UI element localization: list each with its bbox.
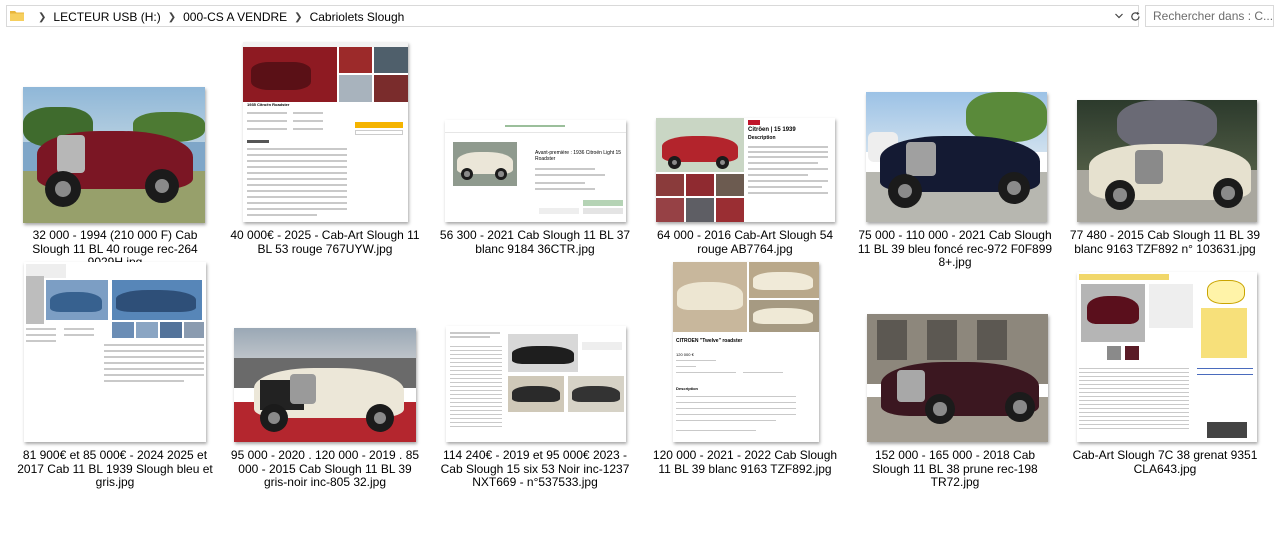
- file-thumbnail: [234, 328, 416, 442]
- chevron-right-icon[interactable]: ❯: [294, 12, 302, 23]
- address-dropdown-button[interactable]: [1111, 6, 1127, 26]
- file-name: 81 900€ et 85 000€ - 2024 2025 et 2017 C…: [17, 448, 213, 489]
- address-bar[interactable]: ❯ LECTEUR USB (H:) ❯ 000-CS A VENDRE ❯ C…: [6, 5, 1140, 28]
- file-name: 95 000 - 2020 . 120 000 - 2019 . 85 000 …: [230, 448, 420, 489]
- file-item[interactable]: 114 240€ - 2019 et 95 000€ 2023 - Cab Sl…: [437, 262, 633, 492]
- breadcrumb-folder-vendre[interactable]: 000-CS A VENDRE: [183, 10, 287, 24]
- file-name: 56 300 - 2021 Cab Slough 11 BL 37 blanc …: [439, 228, 631, 256]
- thumb-title: CITROEN "Twelve" roadster: [676, 338, 743, 344]
- thumb-title: Citröen | 15 1939: [748, 127, 796, 133]
- file-item[interactable]: 81 900€ et 85 000€ - 2024 2025 et 2017 C…: [17, 262, 213, 492]
- chevron-down-icon: [1115, 13, 1123, 19]
- file-name: 120 000 - 2021 - 2022 Cab Slough 11 BL 3…: [652, 448, 838, 476]
- file-thumbnail: [867, 314, 1048, 442]
- thumb-title: 1935 Citroën Roadster: [247, 102, 290, 107]
- file-thumbnail: Avant-première : 1936 Citroën Light 15 R…: [445, 120, 626, 222]
- chevron-right-icon[interactable]: ❯: [38, 12, 46, 23]
- file-item[interactable]: 152 000 - 165 000 - 2018 Cab Slough 11 B…: [857, 262, 1053, 492]
- thumb-price: 120 000 €: [676, 352, 694, 357]
- file-item[interactable]: Avant-première : 1936 Citroën Light 15 R…: [437, 42, 633, 262]
- file-name: 40 000€ - 2025 - Cab-Art Slough 11 BL 53…: [230, 228, 420, 256]
- file-name: Cab-Art Slough 7C 38 grenat 9351 CLA643.…: [1072, 448, 1258, 476]
- thumb-subtitle: Description: [676, 386, 699, 391]
- file-thumbnail: [866, 92, 1047, 222]
- file-name: 77 480 - 2015 Cab Slough 11 BL 39 blanc …: [1069, 228, 1261, 256]
- file-thumbnail: [23, 87, 205, 223]
- thumb-title: Avant-première : 1936 Citroën Light 15 R…: [535, 150, 622, 162]
- address-row: ❯ LECTEUR USB (H:) ❯ 000-CS A VENDRE ❯ C…: [0, 0, 1280, 32]
- file-thumbnail: [1077, 272, 1257, 442]
- chevron-right-icon[interactable]: ❯: [168, 12, 176, 23]
- file-item[interactable]: Citröen | 15 1939 Description 64 000 - 2…: [647, 42, 843, 262]
- file-name: 114 240€ - 2019 et 95 000€ 2023 - Cab Sl…: [440, 448, 630, 489]
- file-item[interactable]: 77 480 - 2015 Cab Slough 11 BL 39 blanc …: [1067, 42, 1263, 262]
- search-input[interactable]: Rechercher dans : C...: [1145, 5, 1274, 27]
- file-item[interactable]: CITROEN "Twelve" roadster 120 000 € Desc…: [647, 262, 843, 492]
- file-item[interactable]: 75 000 - 110 000 - 2021 Cab Slough 11 BL…: [857, 42, 1053, 269]
- breadcrumb: ❯ LECTEUR USB (H:) ❯ 000-CS A VENDRE ❯ C…: [31, 6, 404, 28]
- breadcrumb-folder-cabriolets[interactable]: Cabriolets Slough: [310, 10, 405, 24]
- refresh-icon: [1130, 11, 1140, 21]
- file-item[interactable]: 32 000 - 1994 (210 000 F) Cab Slough 11 …: [17, 42, 213, 269]
- file-thumbnail: 1935 Citroën Roadster: [243, 42, 408, 222]
- file-thumbnail: Citröen | 15 1939 Description: [656, 118, 835, 222]
- file-thumbnail: [24, 262, 206, 442]
- breadcrumb-drive[interactable]: LECTEUR USB (H:): [53, 10, 160, 24]
- refresh-button[interactable]: [1127, 6, 1143, 26]
- file-thumbnail: [446, 326, 626, 442]
- file-thumbnail: [1077, 100, 1257, 222]
- file-item[interactable]: 1935 Citroën Roadster 40 000€ - 2025 - C…: [227, 42, 423, 262]
- file-item[interactable]: Cab-Art Slough 7C 38 grenat 9351 CLA643.…: [1067, 262, 1263, 492]
- file-thumbnail: CITROEN "Twelve" roadster 120 000 € Desc…: [673, 262, 819, 442]
- thumb-subtitle: Description: [748, 135, 776, 141]
- file-item[interactable]: 95 000 - 2020 . 120 000 - 2019 . 85 000 …: [227, 262, 423, 492]
- folder-icon: [10, 11, 24, 21]
- file-name: 64 000 - 2016 Cab-Art Slough 54 rouge AB…: [656, 228, 834, 256]
- file-name: 152 000 - 165 000 - 2018 Cab Slough 11 B…: [872, 448, 1038, 489]
